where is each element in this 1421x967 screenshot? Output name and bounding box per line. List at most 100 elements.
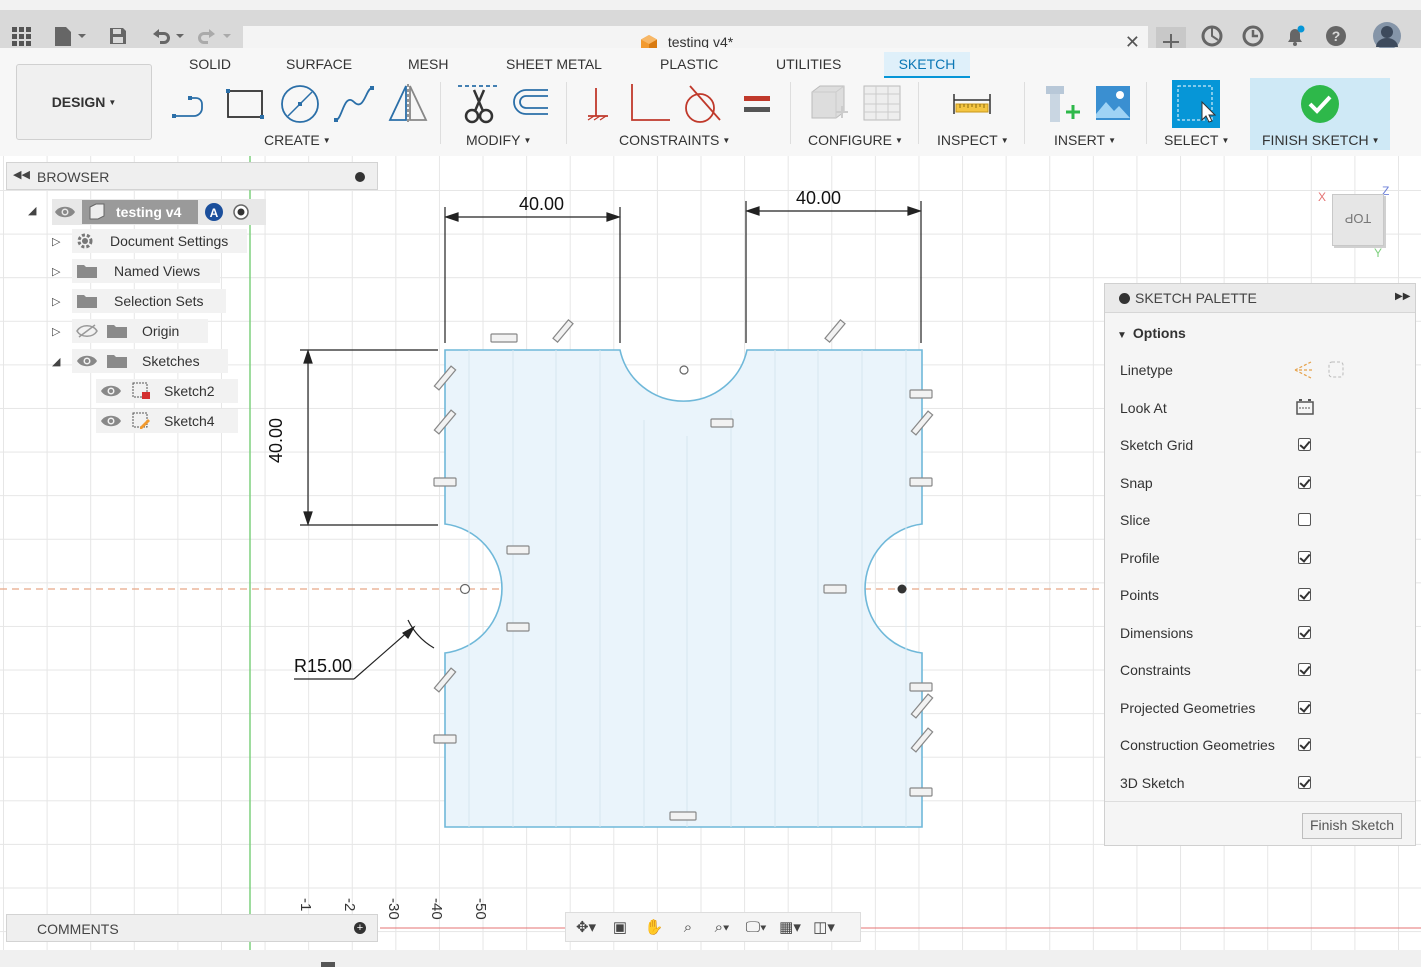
dimension-top-left[interactable] [444, 207, 621, 343]
browser-options-icon[interactable] [355, 172, 365, 182]
arc-center-point[interactable] [459, 583, 471, 595]
viewcube[interactable]: X Z Y TOP [1314, 184, 1394, 262]
pan-icon[interactable]: ✋ [638, 918, 670, 936]
dimension-radius-value[interactable]: R15.00 [294, 656, 352, 677]
browser-item-sketch2[interactable]: Sketch2 [96, 379, 238, 403]
select-menu[interactable]: SELECT ▼ [1164, 132, 1229, 148]
insert-mcmaster-icon[interactable] [1040, 82, 1084, 126]
eye-icon[interactable] [100, 413, 122, 429]
rectangle-tool-icon[interactable] [224, 86, 266, 122]
expand-root-icon[interactable]: ◢ [28, 204, 36, 217]
browser-item-document-settings[interactable]: Document Settings [72, 229, 247, 253]
arc-center-point[interactable] [679, 365, 689, 375]
zoom-icon[interactable]: ⌕ [672, 919, 704, 936]
equal-constraint-icon[interactable] [742, 94, 772, 116]
save-icon[interactable] [108, 24, 128, 48]
eye-icon[interactable] [54, 204, 76, 220]
dimension-top-right-value[interactable]: 40.00 [796, 188, 841, 209]
insert-image-icon[interactable] [1094, 84, 1132, 122]
user-avatar[interactable] [1372, 22, 1402, 50]
browser-item-selection-sets[interactable]: Selection Sets [72, 289, 226, 313]
linetype-icons[interactable] [1291, 359, 1345, 381]
measure-tool-icon[interactable] [950, 90, 994, 118]
eye-icon[interactable] [76, 353, 98, 369]
help-icon[interactable]: ? [1324, 24, 1348, 48]
spline-tool-icon[interactable] [332, 82, 376, 126]
tab-plastic[interactable]: PLASTIC [660, 56, 718, 72]
palette-options-icon[interactable] [1119, 293, 1130, 304]
configure-menu[interactable]: CONFIGURE ▼ [808, 132, 903, 148]
viewcube-face[interactable]: TOP [1332, 194, 1384, 246]
perpendicular-constraint-icon[interactable] [626, 82, 672, 126]
option-3d-sketch-checkbox[interactable] [1298, 776, 1311, 789]
sketch-profile[interactable] [444, 349, 923, 828]
file-menu-icon[interactable] [52, 24, 86, 48]
comments-header[interactable]: COMMENTS + [6, 914, 378, 942]
configure-rules-icon[interactable] [860, 82, 904, 126]
option-points-checkbox[interactable] [1298, 588, 1311, 601]
undo-icon[interactable] [150, 24, 188, 48]
dimension-left-height[interactable] [300, 349, 438, 526]
look-at-nav-icon[interactable]: ▣ [604, 918, 636, 936]
dimension-left-height-value[interactable]: 40.00 [266, 418, 287, 463]
display-settings-icon[interactable]: 🖵▾ [740, 919, 772, 936]
option-slice-checkbox[interactable] [1298, 513, 1311, 526]
offset-tool-icon[interactable] [508, 84, 552, 124]
dimension-top-right[interactable] [745, 201, 922, 343]
option-dimensions-checkbox[interactable] [1298, 626, 1311, 639]
redo-icon[interactable] [196, 24, 234, 48]
browser-item-sketches[interactable]: Sketches [72, 349, 228, 373]
finish-sketch-button[interactable]: Finish Sketch [1302, 813, 1402, 839]
collapse-icon[interactable]: ◢ [52, 355, 60, 368]
browser-item-named-views[interactable]: Named Views [72, 259, 220, 283]
grid-settings-icon[interactable]: ▦▾ [774, 918, 806, 936]
options-section-header[interactable]: ▼ Options [1117, 325, 1186, 341]
option-constraints-checkbox[interactable] [1298, 663, 1311, 676]
tab-sheet-metal[interactable]: SHEET METAL [506, 56, 602, 72]
activate-radio-icon[interactable] [232, 203, 250, 221]
eye-icon[interactable] [100, 383, 122, 399]
select-tool-icon[interactable] [1172, 80, 1222, 128]
palette-header[interactable]: SKETCH PALETTE ▶▶ [1105, 284, 1415, 313]
option-construction-geometries-checkbox[interactable] [1298, 738, 1311, 751]
inspect-menu[interactable]: INSPECT ▼ [937, 132, 1009, 148]
arc-center-point[interactable] [897, 584, 907, 594]
constraints-menu[interactable]: CONSTRAINTS ▼ [619, 132, 730, 148]
tab-sketch[interactable]: SKETCH [884, 52, 970, 78]
expand-icon[interactable]: ▷ [52, 295, 60, 308]
option-sketch-grid-checkbox[interactable] [1298, 438, 1311, 451]
workspace-switcher[interactable]: DESIGN ▼ [16, 64, 152, 140]
browser-header[interactable]: ◀◀ BROWSER [6, 162, 378, 190]
tab-mesh[interactable]: MESH [408, 56, 448, 72]
mirror-tool-icon[interactable] [386, 82, 430, 126]
option-projected-geometries-checkbox[interactable] [1298, 701, 1311, 714]
eye-hidden-icon[interactable] [76, 323, 98, 339]
viewports-icon[interactable]: ◫▾ [808, 918, 840, 936]
modify-menu[interactable]: MODIFY ▼ [466, 132, 531, 148]
option-snap-checkbox[interactable] [1298, 476, 1311, 489]
browser-root-item[interactable]: testing v4 A [52, 199, 266, 225]
orbit-icon[interactable]: ✥▾ [570, 918, 602, 936]
finish-sketch-menu[interactable]: FINISH SKETCH ▼ [1262, 132, 1380, 148]
notifications-icon[interactable] [1283, 24, 1307, 48]
insert-menu[interactable]: INSERT ▼ [1054, 132, 1116, 148]
browser-item-origin[interactable]: Origin [72, 319, 208, 343]
trim-tool-icon[interactable] [456, 82, 500, 126]
option-profile-checkbox[interactable] [1298, 551, 1311, 564]
collapse-panel-icon[interactable]: ◀◀ [13, 168, 30, 181]
coincident-constraint-icon[interactable] [582, 84, 612, 124]
extensions-icon[interactable] [1200, 24, 1224, 48]
create-menu[interactable]: CREATE ▼ [264, 132, 331, 148]
browser-item-sketch4[interactable]: Sketch4 [96, 409, 238, 433]
look-at-icon[interactable] [1295, 398, 1315, 416]
expand-icon[interactable]: ▷ [52, 325, 60, 338]
line-tool-icon[interactable] [170, 84, 214, 124]
add-comment-icon[interactable]: + [354, 922, 366, 934]
configure-table-icon[interactable] [806, 82, 850, 126]
tab-solid[interactable]: SOLID [189, 56, 231, 72]
apps-grid-icon[interactable] [10, 24, 32, 48]
tab-utilities[interactable]: UTILITIES [776, 56, 841, 72]
tab-surface[interactable]: SURFACE [286, 56, 352, 72]
dimension-top-left-value[interactable]: 40.00 [519, 194, 564, 215]
circle-tool-icon[interactable] [278, 82, 322, 126]
